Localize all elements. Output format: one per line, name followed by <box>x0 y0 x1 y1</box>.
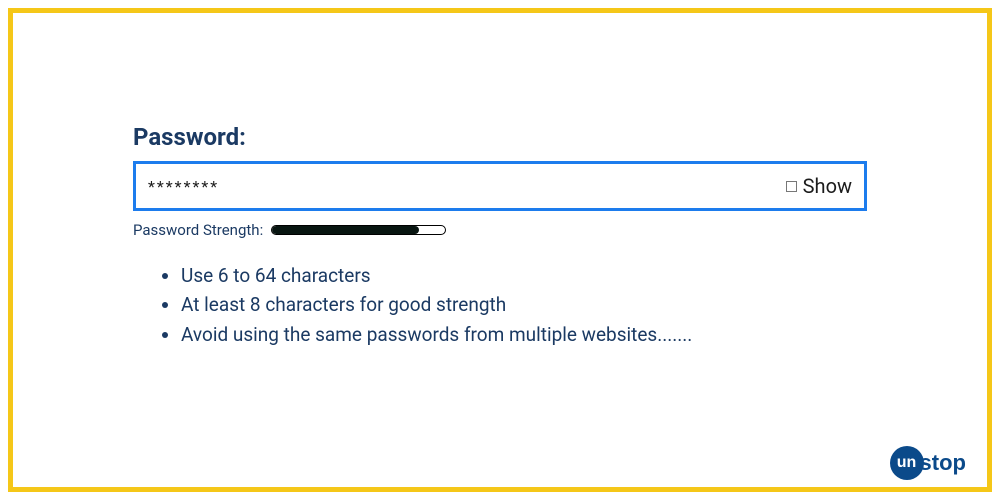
password-tip: Use 6 to 64 characters <box>181 261 867 290</box>
password-tip: Avoid using the same passwords from mult… <box>181 320 867 349</box>
password-tip: At least 8 characters for good strength <box>181 290 867 319</box>
password-strength-meter <box>271 225 446 235</box>
password-label: Password: <box>133 123 867 151</box>
brand-logo-bubble: un <box>890 446 924 480</box>
password-strength-row: Password Strength: <box>133 221 867 239</box>
brand-logo: un stop <box>890 446 966 480</box>
password-input[interactable] <box>148 177 786 196</box>
password-field-wrapper: Show <box>133 161 867 211</box>
brand-logo-text: stop <box>920 450 966 476</box>
password-tips-list: Use 6 to 64 characters At least 8 charac… <box>133 261 867 349</box>
password-strength-fill <box>272 226 419 234</box>
show-password-label: Show <box>803 174 852 198</box>
show-password-toggle[interactable]: Show <box>786 174 852 198</box>
show-password-checkbox[interactable] <box>786 181 797 192</box>
form-card: Password: Show Password Strength: Use 6 … <box>8 8 992 492</box>
password-strength-label: Password Strength: <box>133 221 263 239</box>
